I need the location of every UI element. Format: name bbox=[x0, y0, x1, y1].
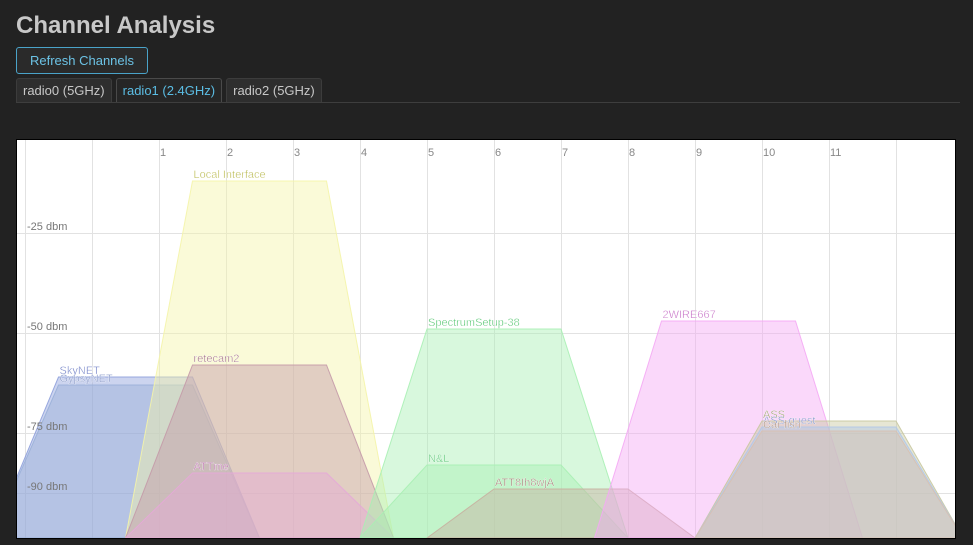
channel-tick-label: 8 bbox=[629, 147, 635, 159]
network-label-2: Local Interface bbox=[194, 169, 266, 181]
network-label-1: GypsyNET bbox=[60, 373, 113, 385]
network-label-5: SpectrumSetup-38 bbox=[428, 317, 520, 329]
page-title: Channel Analysis bbox=[16, 12, 216, 39]
channel-chart: SkyNET GypsyNET Local Interface retecam2 ATT… bbox=[0, 139, 964, 539]
channel-tick-label: 5 bbox=[428, 147, 434, 159]
refresh-channels-button[interactable]: Refresh Channels bbox=[16, 47, 148, 74]
channel-tick-label: 9 bbox=[696, 147, 702, 159]
channel-tick-label: 3 bbox=[294, 147, 300, 159]
channel-tick-label: 4 bbox=[361, 147, 367, 159]
radio-tabs: radio0 (5GHz) radio1 (2.4GHz) radio2 (5G… bbox=[16, 78, 322, 102]
channel-tick-label: 7 bbox=[562, 147, 568, 159]
network-label-3: retecam2 bbox=[194, 353, 240, 365]
tab-divider bbox=[16, 102, 960, 103]
network-label-7: ATT8Ih8wjA bbox=[495, 477, 555, 489]
tab-radio2[interactable]: radio2 (5GHz) bbox=[226, 78, 322, 102]
network-label-6: N&L bbox=[428, 453, 449, 465]
channel-tick-label: 1 bbox=[160, 147, 166, 159]
dbm-tick-label: -25 dbm bbox=[27, 221, 67, 233]
network-label-8: 2WIRE667 bbox=[663, 309, 716, 321]
channel-chart-svg: SkyNETGypsyNETLocal Interfaceretecam2ATT… bbox=[0, 140, 964, 539]
tab-radio1[interactable]: radio1 (2.4GHz) bbox=[115, 78, 223, 102]
network-label-11: Car fish bbox=[763, 419, 801, 431]
channel-tick-label: 10 bbox=[763, 147, 775, 159]
dbm-tick-label: -90 dbm bbox=[27, 481, 67, 493]
dbm-tick-label: -50 dbm bbox=[27, 321, 67, 333]
channel-tick-label: 6 bbox=[495, 147, 501, 159]
network-label-4: ATTme bbox=[194, 461, 229, 473]
dbm-tick-label: -75 dbm bbox=[27, 421, 67, 433]
tab-radio0[interactable]: radio0 (5GHz) bbox=[16, 78, 112, 102]
channel-tick-label: 2 bbox=[227, 147, 233, 159]
channel-tick-label: 11 bbox=[830, 147, 841, 159]
